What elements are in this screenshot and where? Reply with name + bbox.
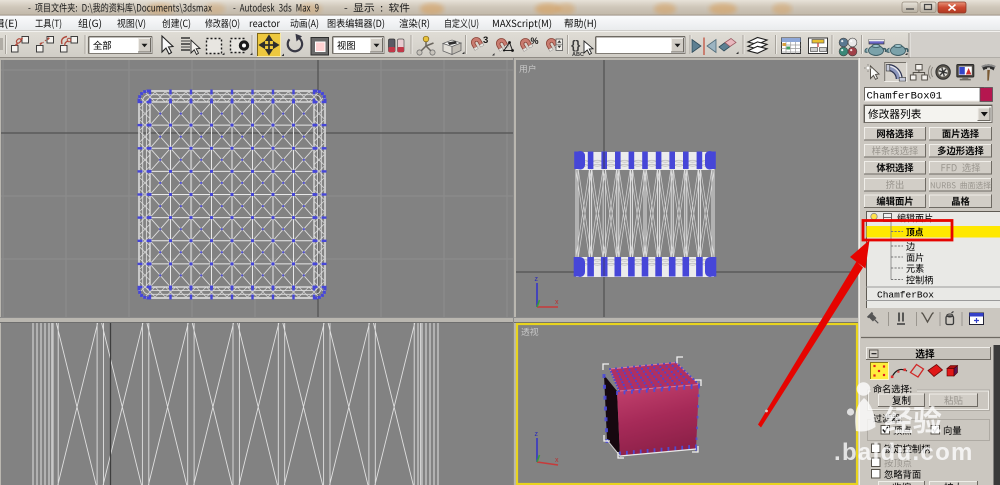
- svg-text:z: z: [535, 276, 539, 283]
- svg-text:.baidu.com: .baidu.com: [834, 439, 974, 466]
- svg-text:ChamferBox01: ChamferBox01: [867, 91, 943, 103]
- svg-text:{}: {}: [571, 38, 581, 52]
- svg-text:%: %: [531, 36, 539, 46]
- svg-text:ChamferBox: ChamferBox: [877, 290, 934, 301]
- svg-text:x: x: [555, 457, 559, 464]
- svg-text:ABC: ABC: [572, 52, 584, 58]
- svg-text:x: x: [555, 299, 559, 306]
- svg-text:z: z: [535, 431, 539, 438]
- svg-text:3: 3: [483, 35, 488, 46]
